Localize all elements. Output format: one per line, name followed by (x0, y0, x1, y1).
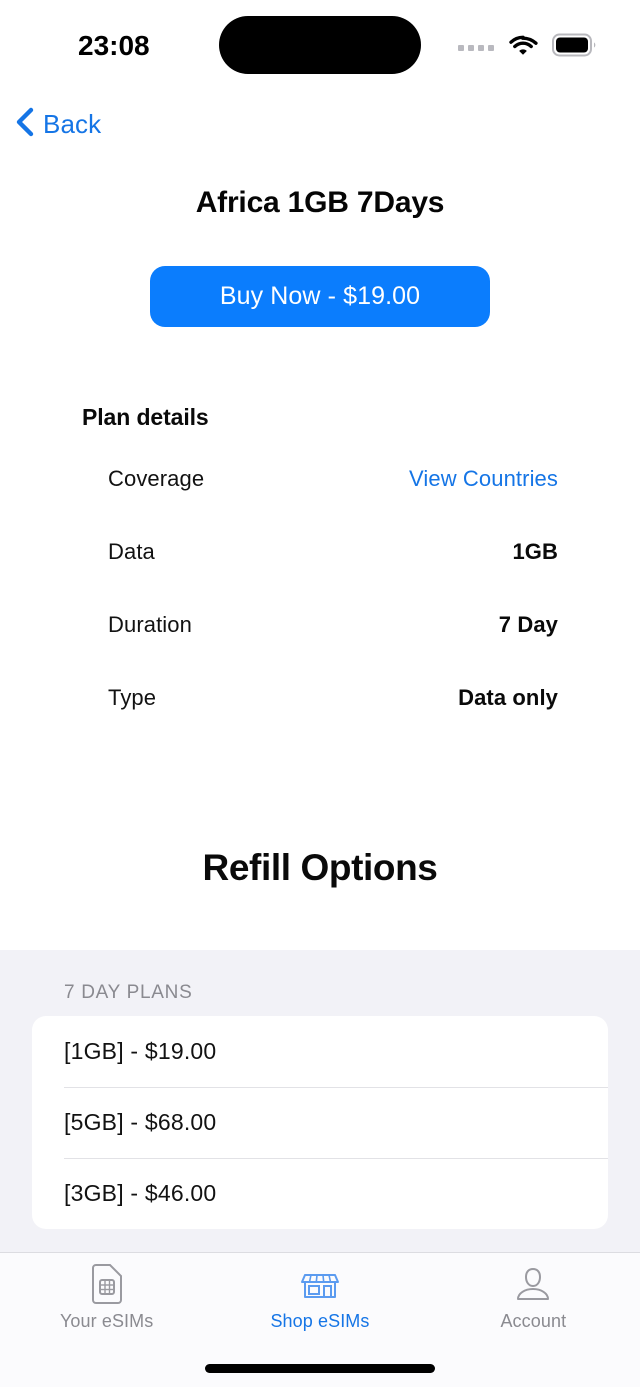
view-countries-link[interactable]: View Countries (409, 466, 558, 492)
storefront-icon (300, 1263, 340, 1305)
tab-label: Account (500, 1311, 567, 1331)
plan-detail-label: Coverage (108, 466, 205, 491)
wifi-icon (508, 34, 538, 61)
page-title: Africa 1GB 7Days (195, 186, 445, 219)
plan-details-list: Coverage View Countries Data 1GB Duratio… (108, 466, 558, 758)
status-bar: 23:08 (0, 0, 640, 96)
refill-option-row[interactable]: [3GB] - $46.00 (32, 1158, 608, 1229)
back-button-label: Back (43, 108, 102, 139)
plan-detail-row-duration: Duration 7 Day (108, 612, 558, 685)
status-indicators (458, 33, 598, 62)
status-time: 23:08 (78, 30, 150, 61)
refill-options-section: 7 DAY PLANS [1GB] - $19.00 [5GB] - $68.0… (0, 950, 640, 1252)
plan-detail-value: 7 Day (498, 612, 558, 637)
refill-option-label: [5GB] - $68.00 (64, 1109, 217, 1135)
refill-option-label: [3GB] - $46.00 (64, 1180, 217, 1206)
plan-detail-row-type: Type Data only (108, 685, 558, 758)
tab-label: Shop eSIMs (270, 1311, 370, 1331)
dynamic-island (219, 16, 421, 74)
plan-detail-value: Data only (458, 685, 558, 710)
refill-group-label: 7 DAY PLANS (64, 982, 193, 1003)
refill-option-label: [1GB] - $19.00 (64, 1038, 217, 1064)
tab-account[interactable]: Account (427, 1253, 640, 1387)
back-button[interactable]: Back (12, 103, 101, 145)
refill-option-row[interactable]: [5GB] - $68.00 (32, 1087, 608, 1158)
plan-details-heading: Plan details (82, 404, 209, 430)
battery-full-icon (552, 33, 598, 62)
refill-options-heading: Refill Options (202, 847, 438, 888)
plan-detail-label: Data (108, 539, 155, 564)
refill-option-row[interactable]: [1GB] - $19.00 (32, 1016, 608, 1087)
tab-your-esims[interactable]: Your eSIMs (0, 1253, 213, 1387)
plan-detail-label: Type (108, 685, 157, 710)
person-icon (514, 1263, 552, 1305)
signal-dots-icon (458, 44, 494, 51)
sim-card-icon (90, 1263, 124, 1305)
plan-detail-value: 1GB (512, 539, 558, 564)
app-screen: 23:08 Back Africa 1GB 7Days Buy Now - $1… (0, 0, 640, 1387)
buy-now-button[interactable]: Buy Now - $19.00 (150, 266, 490, 327)
plan-detail-row-data: Data 1GB (108, 539, 558, 612)
tab-label: Your eSIMs (59, 1311, 154, 1331)
plan-detail-row-coverage: Coverage View Countries (108, 466, 558, 539)
home-indicator (205, 1364, 435, 1373)
plan-detail-label: Duration (108, 612, 192, 637)
chevron-left-icon (12, 106, 36, 143)
refill-options-card: [1GB] - $19.00 [5GB] - $68.00 [3GB] - $4… (32, 1016, 608, 1229)
